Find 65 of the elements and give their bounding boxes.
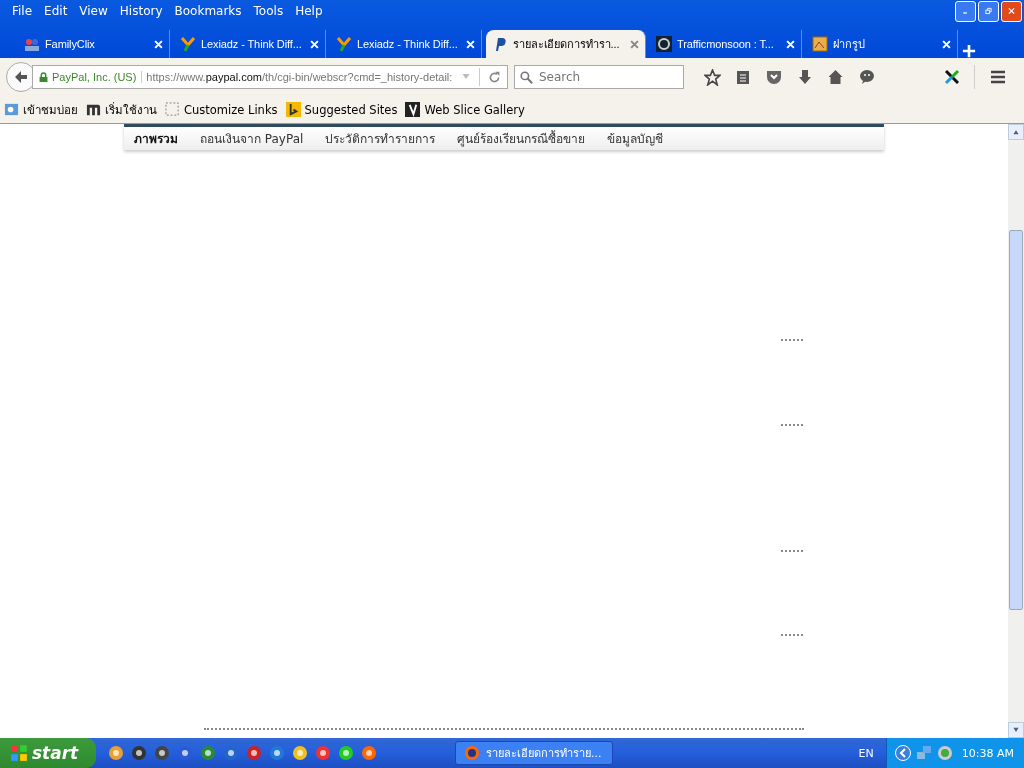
- close-icon: [630, 39, 639, 49]
- bookmark-item[interactable]: เริ่มใช้งาน: [86, 100, 157, 119]
- down-arrow-icon: [1012, 727, 1020, 733]
- slice-icon: [405, 102, 421, 117]
- close-icon: [786, 39, 795, 49]
- browser-tab[interactable]: รายละเอียดการทำรา...: [486, 30, 646, 58]
- address-field[interactable]: PayPal, Inc. (US) https://www.paypal.com/th/cgi-bin/webscr?cmd=_history-detail:: [32, 65, 508, 89]
- page-nav-link[interactable]: ภาพรวม: [134, 129, 178, 148]
- menu-item[interactable]: Help: [289, 4, 329, 18]
- menu-item[interactable]: Tools: [247, 4, 290, 18]
- reload-icon: [488, 70, 501, 84]
- figure-icon: [336, 36, 352, 52]
- minimize-button[interactable]: [955, 0, 976, 22]
- up-arrow-icon: [1012, 129, 1020, 135]
- page-nav-link[interactable]: ข้อมูลบัญชี: [607, 129, 664, 148]
- page-nav-link[interactable]: ประวัติการทำรายการ: [325, 129, 436, 148]
- page-nav-link[interactable]: ศูนย์ร้องเรียนกรณีซื้อขาย: [457, 129, 586, 148]
- back-arrow-icon: [13, 69, 29, 85]
- site-identity[interactable]: PayPal, Inc. (US): [39, 71, 143, 83]
- pocket-icon: [765, 69, 783, 85]
- network-icon: [915, 745, 932, 761]
- image-icon: [812, 36, 828, 52]
- close-icon: [154, 39, 163, 49]
- url-text: https://www.paypal.com/th/cgi-bin/webscr?cmd=_history-detail:: [146, 71, 454, 83]
- language-indicator[interactable]: EN: [858, 746, 874, 760]
- status-circle-icon: [936, 745, 953, 761]
- menu-item[interactable]: File: [6, 4, 39, 18]
- start-button[interactable]: start: [0, 738, 96, 768]
- windows-flag-icon: [10, 744, 28, 762]
- search-icon: [520, 71, 533, 84]
- bookmark-item[interactable]: Suggested Sites: [285, 102, 398, 117]
- clock: 10:38 AM: [961, 746, 1014, 760]
- menu-item[interactable]: Edit: [38, 4, 74, 18]
- scrollbar[interactable]: [1008, 124, 1024, 738]
- figure-icon: [180, 36, 196, 52]
- folder-icon: [4, 102, 19, 117]
- home-icon: [827, 69, 844, 85]
- m-shape-icon: [86, 102, 101, 117]
- menu-item[interactable]: View: [73, 4, 114, 18]
- restore-button[interactable]: [978, 0, 999, 22]
- taskbar-window-button[interactable]: รายละเอียดการทำราย...: [455, 741, 613, 765]
- bookmark-item[interactable]: Customize Links: [165, 102, 278, 117]
- search-field[interactable]: Search: [514, 65, 684, 89]
- bookmark-item[interactable]: Web Slice Gallery: [405, 102, 525, 117]
- menu-item[interactable]: History: [113, 4, 169, 18]
- close-button[interactable]: [1001, 0, 1022, 22]
- menu-item[interactable]: Bookmarks: [168, 4, 248, 18]
- clipboard-icon: [735, 69, 751, 85]
- close-icon: [1008, 5, 1015, 17]
- chevron-icon: [894, 745, 911, 761]
- b-shape-icon: [285, 102, 301, 117]
- lock-icon: [39, 71, 48, 83]
- bookmark-item[interactable]: เข้าชมบ่อย: [4, 100, 78, 119]
- restore-icon: [985, 5, 992, 17]
- download-icon: [797, 69, 813, 85]
- dashed-box-icon: [165, 102, 180, 117]
- dropdown-icon: [461, 73, 471, 81]
- menu-icon: [989, 69, 1007, 85]
- close-icon: [942, 39, 951, 49]
- star-icon: [704, 68, 721, 86]
- page-nav-link[interactable]: ถอนเงินจาก PayPal: [200, 129, 304, 148]
- cross-icon: [944, 69, 960, 85]
- close-icon: [310, 39, 319, 49]
- new-tab-icon: [962, 44, 976, 58]
- close-icon: [466, 39, 475, 49]
